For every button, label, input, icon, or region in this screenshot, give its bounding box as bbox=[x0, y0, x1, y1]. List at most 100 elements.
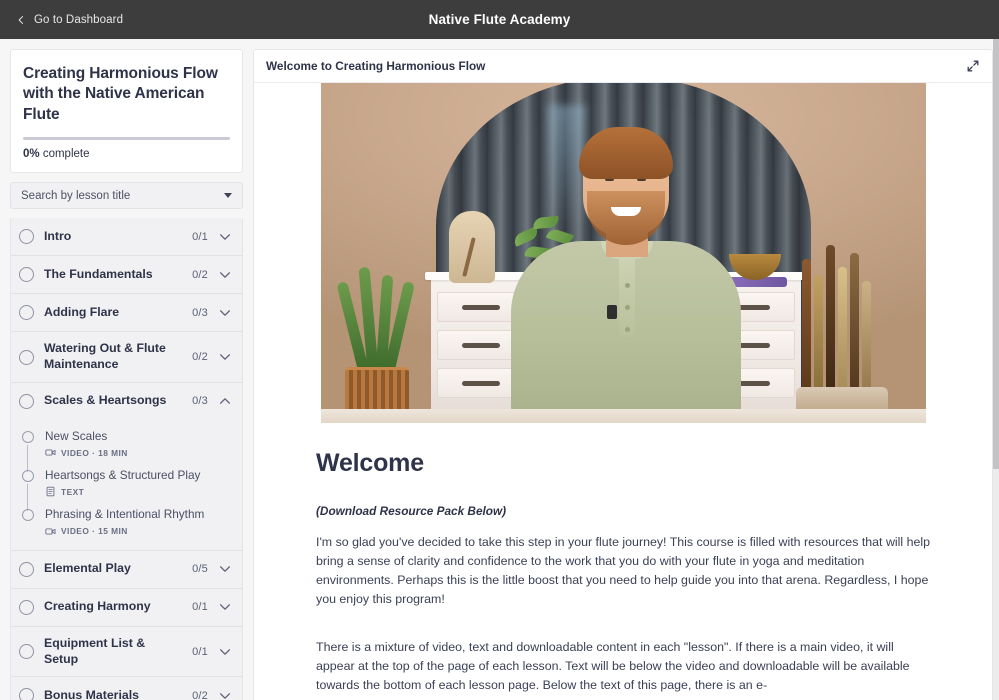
lesson-item-body: Heartsongs & Structured Play TEXT bbox=[45, 468, 232, 497]
lesson-section: Scales & Heartsongs 0/3 New Scales VIDEO · … bbox=[11, 382, 242, 551]
lesson-section-list[interactable]: Intro 0/1 The Fundamentals 0/2 Adding Flare 0… bbox=[10, 218, 243, 700]
lesson-section-count: 0/3 bbox=[192, 306, 208, 319]
lesson-item-body: Phrasing & Intentional Rhythm VIDEO · 15 … bbox=[45, 507, 232, 536]
lesson-video-thumbnail[interactable] bbox=[320, 83, 926, 423]
course-progress-percent: 0% bbox=[23, 148, 40, 161]
chevron-down-icon[interactable] bbox=[218, 689, 232, 700]
lesson-item-meta-label: TEXT bbox=[61, 486, 85, 497]
chevron-down-icon[interactable] bbox=[218, 268, 232, 282]
chevron-down-icon[interactable] bbox=[218, 600, 232, 614]
video-snake-plant bbox=[335, 263, 417, 423]
video-buddha-statue bbox=[448, 211, 495, 283]
lesson-section-header[interactable]: Equipment List & Setup 0/1 bbox=[11, 627, 242, 676]
chevron-down-icon[interactable] bbox=[218, 350, 232, 364]
lesson-item[interactable]: New Scales VIDEO · 18 MIN bbox=[11, 424, 242, 473]
article-heading: Welcome bbox=[316, 449, 424, 477]
site-brand-title: Native Flute Academy bbox=[428, 12, 571, 27]
lesson-rail bbox=[20, 507, 35, 536]
lesson-item-title: Phrasing & Intentional Rhythm bbox=[45, 507, 205, 522]
expand-arrows-icon[interactable] bbox=[966, 59, 980, 73]
instructor-hair bbox=[578, 127, 673, 179]
course-progress-bar bbox=[23, 137, 230, 141]
lesson-article: Welcome (Download Resource Pack Below) I… bbox=[254, 423, 992, 700]
lesson-item[interactable]: Heartsongs & Structured Play TEXT bbox=[11, 463, 242, 512]
lesson-section: Elemental Play 0/5 bbox=[11, 550, 242, 589]
chevron-down-icon[interactable] bbox=[218, 306, 232, 320]
caret-down-icon bbox=[224, 193, 232, 199]
lesson-video-container bbox=[254, 83, 992, 423]
lesson-section-title: Bonus Materials bbox=[44, 687, 139, 700]
lesson-content-scroll[interactable]: Welcome (Download Resource Pack Below) I… bbox=[254, 83, 992, 700]
lesson-section-title: Elemental Play bbox=[44, 561, 131, 576]
section-completion-circle bbox=[19, 688, 34, 700]
instructor-beard bbox=[586, 191, 665, 245]
lesson-section-header[interactable]: Creating Harmony 0/1 bbox=[11, 589, 242, 626]
lesson-section-header[interactable]: Intro 0/1 bbox=[11, 218, 242, 255]
lesson-section: Bonus Materials 0/2 bbox=[11, 677, 242, 700]
section-completion-circle bbox=[19, 561, 34, 577]
search-lesson-select[interactable]: Search by lesson title bbox=[10, 182, 243, 210]
lesson-section-count: 0/5 bbox=[192, 563, 208, 576]
section-completion-circle bbox=[19, 393, 34, 409]
lesson-section-count: 0/2 bbox=[192, 268, 208, 281]
lesson-section-count: 0/2 bbox=[192, 689, 208, 700]
search-lesson-placeholder: Search by lesson title bbox=[21, 189, 131, 202]
lesson-section: Intro 0/1 bbox=[11, 218, 242, 257]
text-document-icon bbox=[46, 487, 55, 497]
section-completion-circle bbox=[19, 599, 34, 615]
lesson-section-header[interactable]: Bonus Materials 0/2 bbox=[11, 677, 242, 700]
go-to-dashboard-link[interactable]: Go to Dashboard bbox=[16, 14, 123, 26]
lesson-item-title: New Scales bbox=[45, 428, 108, 443]
course-progress-card: Creating Harmonious Flow with the Native… bbox=[10, 49, 243, 174]
lesson-section: Equipment List & Setup 0/1 bbox=[11, 626, 242, 678]
lesson-item-meta: VIDEO · 15 MIN bbox=[45, 526, 232, 537]
chevron-up-icon[interactable] bbox=[218, 394, 232, 408]
lesson-sublist: New Scales VIDEO · 18 MIN Heartsongs & Str… bbox=[11, 420, 242, 550]
lesson-section-title: Scales & Heartsongs bbox=[44, 393, 167, 408]
lesson-section-count: 0/2 bbox=[192, 351, 208, 364]
lesson-section-title: The Fundamentals bbox=[44, 266, 153, 281]
lesson-section-header[interactable]: Adding Flare 0/3 bbox=[11, 294, 242, 331]
lesson-section-header[interactable]: Elemental Play 0/5 bbox=[11, 551, 242, 588]
lesson-item-meta: VIDEO · 18 MIN bbox=[45, 447, 232, 458]
lesson-section-header[interactable]: The Fundamentals 0/2 bbox=[11, 256, 242, 293]
lesson-section-count: 0/3 bbox=[192, 395, 208, 408]
page-scrollbar-thumb[interactable] bbox=[993, 39, 999, 469]
lesson-section-title: Adding Flare bbox=[44, 304, 120, 319]
video-floor bbox=[320, 409, 926, 423]
article-paragraph: There is a mixture of video, text and do… bbox=[316, 640, 910, 693]
video-camera-icon bbox=[45, 449, 56, 456]
lesson-item-meta: TEXT bbox=[45, 486, 232, 497]
section-completion-circle bbox=[19, 305, 34, 321]
article-lead: (Download Resource Pack Below) bbox=[316, 504, 507, 518]
chevron-down-icon[interactable] bbox=[218, 645, 232, 659]
page-body: Creating Harmonious Flow with the Native… bbox=[0, 39, 999, 700]
section-completion-circle bbox=[19, 349, 34, 365]
section-completion-circle bbox=[19, 229, 34, 245]
lesson-section: Watering Out & Flute Maintenance 0/2 bbox=[11, 332, 242, 383]
lesson-section-count: 0/1 bbox=[192, 601, 208, 614]
chevron-left-icon bbox=[18, 15, 24, 24]
lesson-section: Adding Flare 0/3 bbox=[11, 294, 242, 333]
lesson-completion-circle bbox=[21, 430, 34, 443]
top-navigation-bar: Go to Dashboard Native Flute Academy bbox=[0, 0, 999, 39]
lesson-section-header[interactable]: Watering Out & Flute Maintenance 0/2 bbox=[11, 332, 242, 381]
chevron-down-icon[interactable] bbox=[218, 230, 232, 244]
course-sidebar: Creating Harmonious Flow with the Native… bbox=[10, 49, 243, 700]
course-progress-label: 0% complete bbox=[23, 148, 230, 160]
lesson-title: Welcome to Creating Harmonious Flow bbox=[266, 59, 486, 73]
lesson-item[interactable]: Phrasing & Intentional Rhythm VIDEO · 15 … bbox=[11, 502, 242, 541]
page-scrollbar[interactable] bbox=[993, 39, 999, 700]
lesson-rail bbox=[20, 429, 35, 473]
chevron-down-icon[interactable] bbox=[218, 562, 232, 576]
lesson-section-count: 0/1 bbox=[192, 645, 208, 658]
lesson-completion-circle bbox=[21, 509, 34, 522]
lesson-item-meta-label: VIDEO · 15 MIN bbox=[61, 526, 128, 537]
article-paragraph: I'm so glad you've decided to take this … bbox=[316, 535, 931, 606]
lesson-item-meta-label: VIDEO · 18 MIN bbox=[61, 447, 128, 458]
lesson-section-header[interactable]: Scales & Heartsongs 0/3 bbox=[11, 383, 242, 420]
section-completion-circle bbox=[19, 267, 34, 283]
lapel-microphone bbox=[606, 305, 617, 319]
lesson-header-bar: Welcome to Creating Harmonious Flow bbox=[254, 50, 992, 83]
lesson-section: Creating Harmony 0/1 bbox=[11, 588, 242, 627]
